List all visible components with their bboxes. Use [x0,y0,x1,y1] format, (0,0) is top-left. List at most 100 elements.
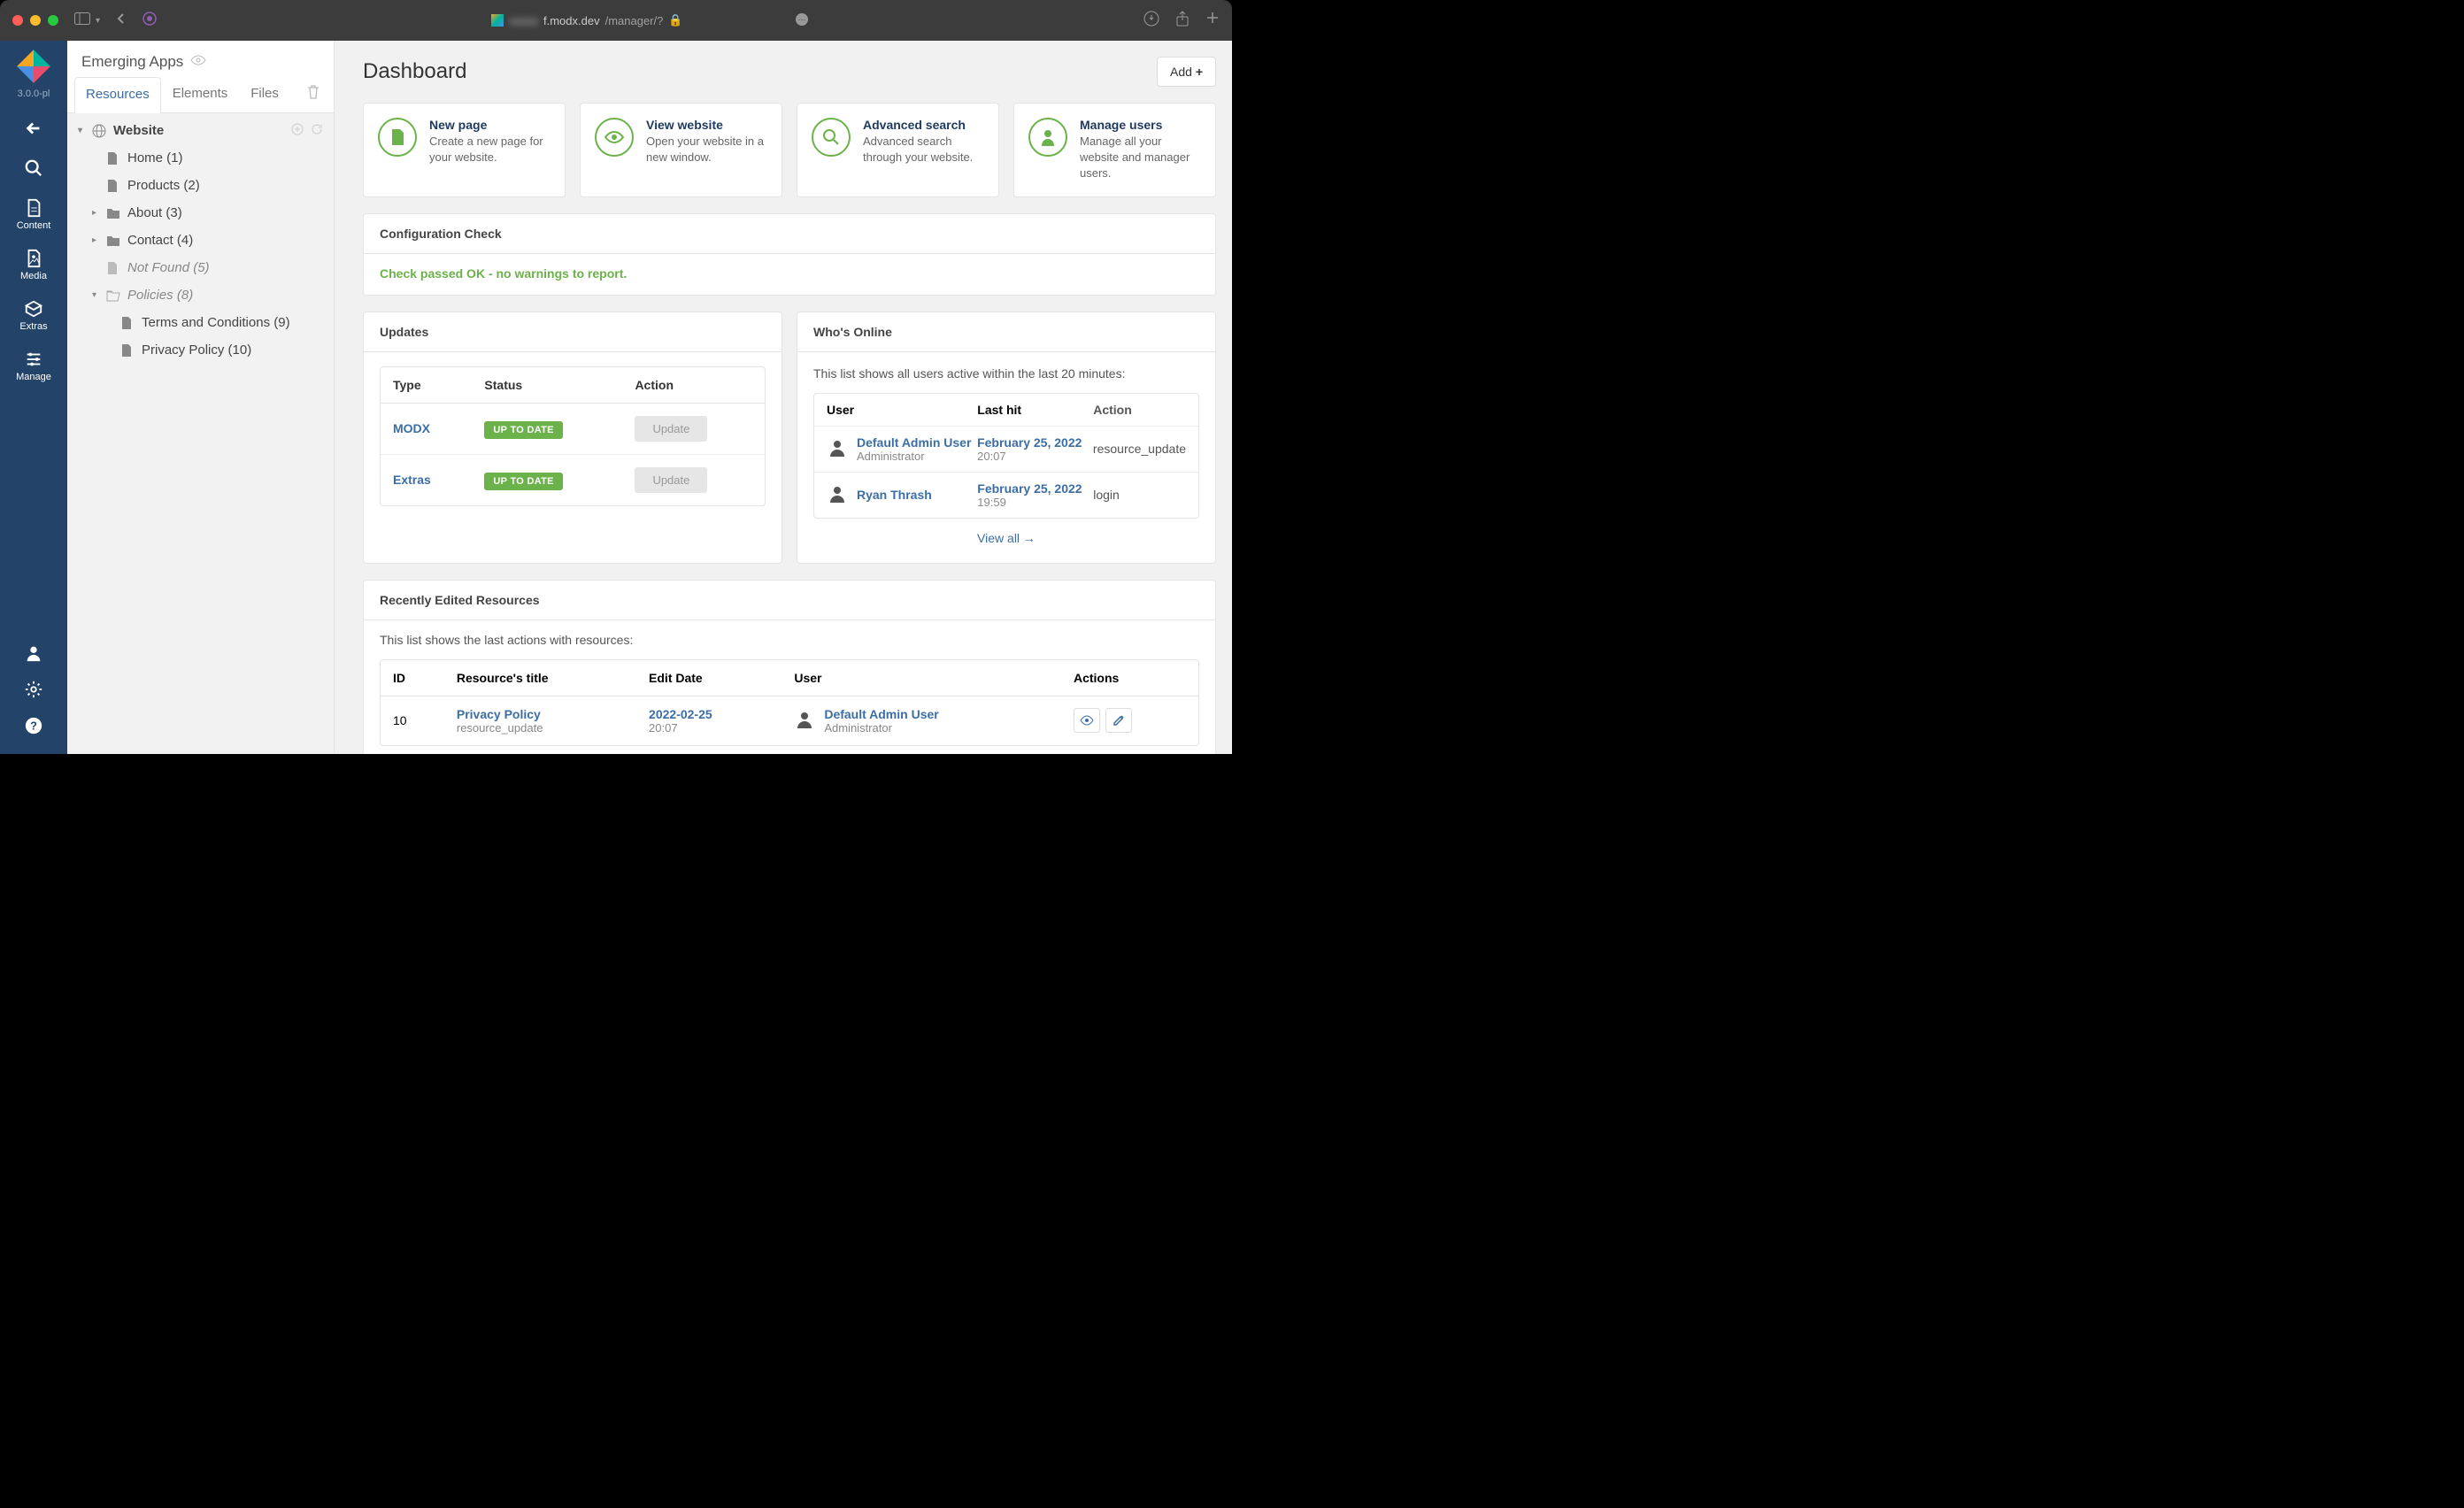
lock-icon: 🔒 [668,13,682,27]
chevron-down-icon[interactable]: ▾ [96,16,100,26]
user-name-link[interactable]: Ryan Thrash [857,488,932,502]
add-resource-icon[interactable] [291,123,304,138]
rail-settings-button[interactable] [0,673,67,709]
tree-item-about[interactable]: ▸About (3) [67,199,334,227]
update-button[interactable]: Update [635,416,707,442]
avatar-icon [794,709,815,733]
view-all-link[interactable]: View all → [813,519,1199,549]
card-manage-users[interactable]: Manage usersManage all your website and … [1013,103,1216,197]
tree-panel: Emerging Apps Resources Elements Files ▾… [67,41,335,754]
tree-item-notfound[interactable]: Not Found (5) [67,254,334,281]
modx-logo-icon[interactable] [15,48,52,85]
tab-elements[interactable]: Elements [161,76,240,112]
close-window-icon[interactable] [12,15,23,26]
rail-extras-button[interactable]: Extras [0,290,67,341]
update-button[interactable]: Update [635,467,707,493]
edit-action-button[interactable] [1105,708,1132,733]
rail-media-button[interactable]: Media [0,240,67,290]
tab-files[interactable]: Files [239,76,290,112]
folder-icon [106,207,122,219]
col-action: Action [622,367,765,404]
icon-rail: 3.0.0-pl Content Media Extras Manage [0,41,67,754]
tab-resources[interactable]: Resources [74,77,161,113]
tree-root-website[interactable]: ▾ Website [67,117,334,144]
update-type-link[interactable]: MODX [393,421,430,435]
card-view-website[interactable]: View websiteOpen your website in a new w… [580,103,782,197]
tree-item-products[interactable]: Products (2) [67,172,334,199]
rail-search-button[interactable] [0,150,67,189]
page-icon [120,316,136,330]
col-title: Resource's title [444,660,636,696]
tree-item-privacy[interactable]: Privacy Policy (10) [67,336,334,364]
url-hidden: xxxxx [509,14,538,27]
back-icon[interactable] [116,12,127,29]
file-icon [378,118,417,157]
rail-help-button[interactable]: ? [0,709,67,745]
minimize-window-icon[interactable] [30,15,41,26]
rail-user-button[interactable] [0,636,67,673]
eye-icon [595,118,634,157]
trash-icon[interactable] [300,76,327,112]
tree-title: Emerging Apps [81,53,183,71]
url-bar[interactable]: xxxxx f.modx.dev/manager/? 🔒 ⋯ [157,12,1143,29]
rail-manage-button[interactable]: Manage [0,341,67,391]
maximize-window-icon[interactable] [48,15,58,26]
site-favicon-icon [491,14,504,27]
view-action-button[interactable] [1074,708,1100,733]
resource-title-link[interactable]: Privacy Policy [457,707,624,721]
update-row: Extras UP TO DATE Update [381,455,765,505]
rail-content-button[interactable]: Content [0,189,67,240]
add-button[interactable]: Add + [1157,57,1216,87]
expand-icon[interactable]: ▸ [92,235,103,245]
user-icon [1028,118,1067,157]
tree-item-home[interactable]: Home (1) [67,144,334,172]
updates-title: Updates [364,312,782,352]
avatar-icon [827,483,848,507]
avatar-icon [827,437,848,461]
expand-icon[interactable]: ▸ [92,208,103,218]
rail-extras-label: Extras [19,321,47,332]
refresh-icon[interactable] [311,123,323,138]
collapse-icon[interactable]: ▾ [92,290,103,300]
rail-manage-label: Manage [16,372,51,382]
status-badge: UP TO DATE [484,473,562,490]
svg-text:?: ? [30,719,37,733]
tree-item-policies[interactable]: ▾Policies (8) [67,281,334,309]
rail-back-button[interactable] [0,110,67,150]
status-badge: UP TO DATE [484,421,562,439]
recent-table: ID Resource's title Edit Date User Actio… [380,659,1199,746]
new-tab-icon[interactable] [1205,11,1220,31]
card-new-page[interactable]: New pageCreate a new page for your websi… [363,103,566,197]
folder-open-icon [106,289,122,302]
user-name-link[interactable]: Default Admin User [857,435,971,450]
whos-online-panel: Who's Online This list shows all users a… [797,312,1216,564]
rail-content-label: Content [17,220,51,231]
col-action: Action [1093,403,1186,417]
collapse-icon[interactable]: ▾ [78,126,89,135]
config-check-panel: Configuration Check Check passed OK - no… [363,213,1216,296]
sidebar-toggle-icon[interactable] [74,12,90,29]
version-label: 3.0.0-pl [18,88,50,99]
rail-media-label: Media [20,271,47,281]
col-id: ID [381,660,444,696]
shield-icon[interactable] [142,12,157,30]
update-type-link[interactable]: Extras [393,473,431,487]
recent-resources-panel: Recently Edited Resources This list show… [363,580,1216,754]
updates-table: Type Status Action MODX UP TO DATE Updat… [380,366,766,506]
reader-icon[interactable]: ⋯ [795,12,809,29]
card-advanced-search[interactable]: Advanced searchAdvanced search through y… [797,103,999,197]
share-icon[interactable] [1175,11,1190,31]
tree-item-terms[interactable]: Terms and Conditions (9) [67,309,334,336]
tree-item-contact[interactable]: ▸Contact (4) [67,227,334,254]
tree-tabs: Resources Elements Files [67,76,334,113]
col-user: User [827,403,977,417]
page-icon [106,151,122,165]
online-user-row: Ryan Thrash February 25, 202219:59 login [814,473,1198,518]
whos-online-desc: This list shows all users active within … [813,366,1199,381]
downloads-icon[interactable] [1143,11,1159,31]
col-lasthit: Last hit [977,403,1093,417]
online-user-row: Default Admin UserAdministrator February… [814,427,1198,473]
page-title: Dashboard [363,59,466,84]
eye-icon[interactable] [190,54,206,70]
user-name-link[interactable]: Default Admin User [824,707,938,721]
